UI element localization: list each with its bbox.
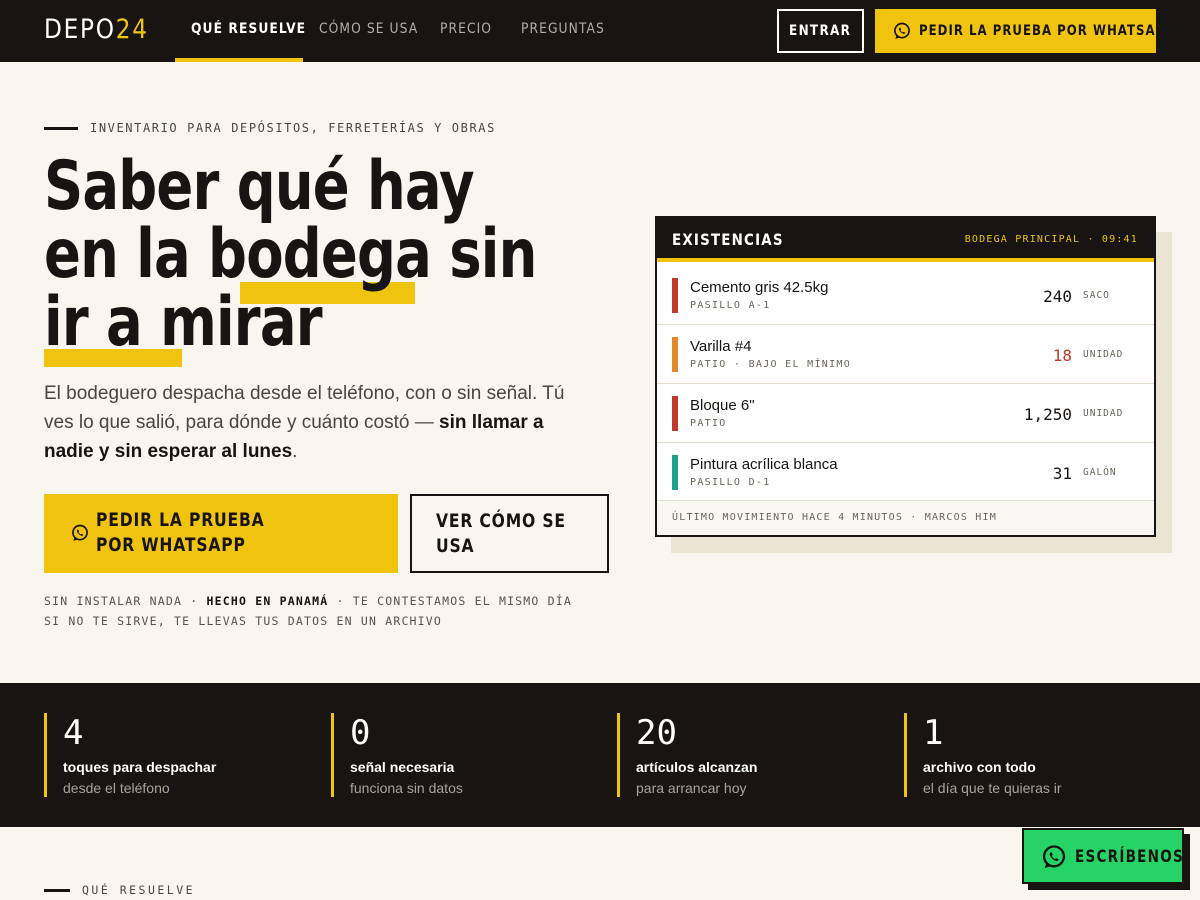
top-nav: DEPO24 QUÉ RESUELVE CÓMO SE USA PRECIO P…	[0, 0, 1200, 62]
stat-label: toques para despachar	[63, 759, 217, 775]
stat-item: 0 señal necesaria funciona sin datos	[331, 713, 591, 797]
item-location: PATIO	[690, 418, 727, 429]
stat-number: 1	[923, 713, 944, 753]
item-qty: 1,250	[1023, 405, 1072, 424]
nav-link-preguntas[interactable]: PREGUNTAS	[521, 0, 605, 62]
item-location: PASILLO D-1	[690, 477, 771, 488]
nav-whatsapp-label: PEDIR LA PRUEBA POR WHATSAPP	[919, 23, 1175, 39]
item-qty: 31	[1052, 464, 1072, 483]
item-qty: 18	[1052, 346, 1072, 365]
stock-row[interactable]: Pintura acrílica blanca PASILLO D-1 31 G…	[657, 443, 1154, 502]
floating-whatsapp-label: ESCRÍBENOS	[1075, 847, 1184, 867]
stat-number: 4	[63, 713, 84, 753]
nav-whatsapp-button[interactable]: PEDIR LA PRUEBA POR WHATSAPP	[875, 9, 1174, 53]
see-how-button[interactable]: VER CÓMO SE USA	[410, 494, 609, 573]
whatsapp-icon	[72, 524, 88, 541]
headline-highlight-text: mirar	[160, 283, 323, 362]
stat-label: artículos alcanzan	[636, 759, 758, 775]
stock-card: EXISTENCIAS BODEGA PRINCIPAL · 09:41 Cem…	[655, 216, 1156, 537]
eyebrow-rule	[44, 127, 78, 130]
item-name: Varilla #4	[690, 338, 752, 355]
see-how-label: VER CÓMO SE USA	[436, 510, 566, 557]
stock-card-title: EXISTENCIAS	[672, 230, 784, 249]
whatsapp-icon	[1042, 845, 1066, 869]
item-name: Pintura acrílica blanca	[690, 456, 838, 473]
stock-row[interactable]: Cemento gris 42.5kg PASILLO A-1 240 SACO	[657, 266, 1154, 325]
stat-number: 20	[636, 713, 677, 753]
hero-eyebrow: INVENTARIO PARA DEPÓSITOS, FERRETERÍAS Y…	[90, 121, 496, 135]
item-unit: GALÓN	[1083, 467, 1117, 478]
item-unit: UNIDAD	[1083, 408, 1124, 419]
stat-item: 20 artículos alcanzan para arrancar hoy	[617, 713, 877, 797]
stat-label: señal necesaria	[350, 759, 455, 775]
stock-card-header: EXISTENCIAS BODEGA PRINCIPAL · 09:41	[657, 218, 1154, 262]
stat-sub: desde el teléfono	[63, 780, 170, 796]
stat-label: archivo con todo	[923, 759, 1036, 775]
last-movement: ÚLTIMO MOVIMIENTO HACE 4 MINUTOS · MARCO…	[672, 512, 997, 523]
item-name: Bloque 6"	[690, 397, 755, 414]
login-button[interactable]: ENTRAR	[777, 9, 864, 53]
stock-card-footer: ÚLTIMO MOVIMIENTO HACE 4 MINUTOS · MARCO…	[657, 500, 1154, 535]
floating-whatsapp-button[interactable]: ESCRÍBENOS	[1022, 828, 1184, 884]
item-location: PASILLO A-1	[690, 300, 771, 311]
stat-sub: el día que te quieras ir	[923, 780, 1062, 796]
item-location: PATIO · BAJO EL MÍNIMO	[690, 359, 852, 370]
stock-row[interactable]: Varilla #4 PATIO · BAJO EL MÍNIMO 18 UNI…	[657, 325, 1154, 384]
item-qty: 240	[1043, 287, 1072, 306]
status-bar	[672, 337, 678, 372]
nav-link-que-resuelve[interactable]: QUÉ RESUELVE	[191, 0, 306, 62]
fine-print-line1: SIN INSTALAR NADA · HECHO EN PANAMÁ · TE…	[44, 594, 573, 608]
stat-item: 4 toques para despachar desde el teléfon…	[44, 713, 304, 797]
item-unit: UNIDAD	[1083, 349, 1124, 360]
stock-card-meta: BODEGA PRINCIPAL · 09:41	[964, 234, 1138, 245]
logo[interactable]: DEPO24	[44, 14, 149, 45]
section-rule	[44, 889, 70, 892]
hero-whatsapp-label: PEDIR LA PRUEBA POR WHATSAPP	[96, 509, 265, 556]
nav-link-precio[interactable]: PRECIO	[440, 0, 492, 62]
stat-sub: para arrancar hoy	[636, 780, 747, 796]
status-bar	[672, 455, 678, 490]
item-unit: SACO	[1083, 290, 1110, 301]
section-label: QUÉ RESUELVE	[82, 883, 196, 897]
nav-active-indicator	[175, 58, 303, 62]
hero-headline: Saber qué hay en la bodega sin ir a mira…	[44, 147, 537, 362]
stock-row[interactable]: Bloque 6" PATIO 1,250 UNIDAD	[657, 384, 1154, 443]
fine-print-line2: SI NO TE SIRVE, TE LLEVAS TUS DATOS EN U…	[44, 614, 443, 628]
stat-sub: funciona sin datos	[350, 780, 463, 796]
nav-link-como-se-usa[interactable]: CÓMO SE USA	[319, 0, 418, 62]
status-bar	[672, 396, 678, 431]
hero-whatsapp-button[interactable]: PEDIR LA PRUEBA POR WHATSAPP	[44, 494, 398, 573]
stat-number: 0	[350, 713, 371, 753]
status-bar	[672, 278, 678, 313]
stats-band: 4 toques para despachar desde el teléfon…	[0, 683, 1200, 827]
hero-lede: El bodeguero despacha desde el teléfono,…	[44, 383, 565, 462]
stat-item: 1 archivo con todo el día que te quieras…	[904, 713, 1164, 797]
item-name: Cemento gris 42.5kg	[690, 279, 829, 296]
whatsapp-icon	[894, 22, 910, 39]
